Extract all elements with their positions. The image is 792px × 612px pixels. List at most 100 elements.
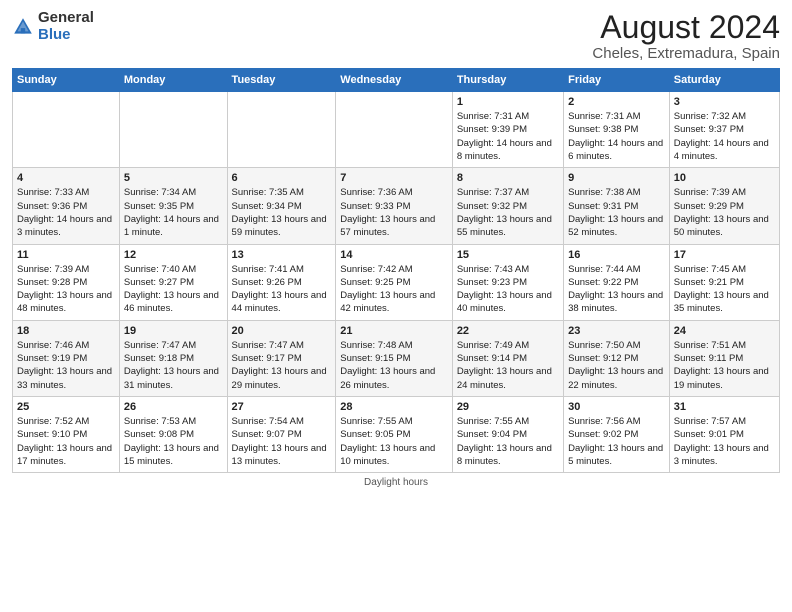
logo-text: General Blue <box>38 10 94 43</box>
day-number: 24 <box>674 325 775 337</box>
subtitle: Cheles, Extremadura, Spain <box>592 45 780 62</box>
table-row <box>119 92 227 168</box>
cell-text: Sunrise: 7:51 AMSunset: 9:11 PMDaylight:… <box>674 340 769 391</box>
header-sunday: Sunday <box>13 69 120 92</box>
table-row <box>13 92 120 168</box>
day-number: 14 <box>340 249 448 261</box>
cell-text: Sunrise: 7:53 AMSunset: 9:08 PMDaylight:… <box>124 416 219 467</box>
table-row: 15 Sunrise: 7:43 AMSunset: 9:23 PMDayligh… <box>452 244 563 320</box>
table-row: 7 Sunrise: 7:36 AMSunset: 9:33 PMDaylight… <box>336 168 453 244</box>
day-number: 17 <box>674 249 775 261</box>
day-number: 1 <box>457 96 559 108</box>
cell-text: Sunrise: 7:43 AMSunset: 9:23 PMDaylight:… <box>457 264 552 315</box>
day-number: 30 <box>568 401 665 413</box>
day-number: 22 <box>457 325 559 337</box>
day-number: 6 <box>232 172 332 184</box>
table-row: 4 Sunrise: 7:33 AMSunset: 9:36 PMDaylight… <box>13 168 120 244</box>
header-saturday: Saturday <box>669 69 779 92</box>
cell-text: Sunrise: 7:32 AMSunset: 9:37 PMDaylight:… <box>674 111 769 162</box>
day-number: 5 <box>124 172 223 184</box>
day-number: 12 <box>124 249 223 261</box>
day-number: 27 <box>232 401 332 413</box>
table-row: 2 Sunrise: 7:31 AMSunset: 9:38 PMDaylight… <box>564 92 670 168</box>
day-number: 2 <box>568 96 665 108</box>
day-number: 29 <box>457 401 559 413</box>
cell-text: Sunrise: 7:34 AMSunset: 9:35 PMDaylight:… <box>124 187 219 238</box>
table-row: 29 Sunrise: 7:55 AMSunset: 9:04 PMDayligh… <box>452 396 563 472</box>
header: General Blue August 2024 Cheles, Extrema… <box>12 10 780 62</box>
calendar-week-row: 1 Sunrise: 7:31 AMSunset: 9:39 PMDaylight… <box>13 92 780 168</box>
header-wednesday: Wednesday <box>336 69 453 92</box>
table-row: 1 Sunrise: 7:31 AMSunset: 9:39 PMDaylight… <box>452 92 563 168</box>
cell-text: Sunrise: 7:31 AMSunset: 9:39 PMDaylight:… <box>457 111 552 162</box>
cell-text: Sunrise: 7:55 AMSunset: 9:04 PMDaylight:… <box>457 416 552 467</box>
table-row: 3 Sunrise: 7:32 AMSunset: 9:37 PMDaylight… <box>669 92 779 168</box>
table-row: 8Sunrise: 7:37 AMSunset: 9:32 PMDaylight… <box>452 168 563 244</box>
day-number: 18 <box>17 325 115 337</box>
table-row: 11Sunrise: 7:39 AMSunset: 9:28 PMDayligh… <box>13 244 120 320</box>
daylight-footer: Daylight hours <box>12 477 780 488</box>
day-number: 15 <box>457 249 559 261</box>
header-tuesday: Tuesday <box>227 69 336 92</box>
day-number: 21 <box>340 325 448 337</box>
cell-text: Sunrise: 7:57 AMSunset: 9:01 PMDaylight:… <box>674 416 769 467</box>
table-row: 20 Sunrise: 7:47 AMSunset: 9:17 PMDayligh… <box>227 320 336 396</box>
day-number: 16 <box>568 249 665 261</box>
table-row: 9Sunrise: 7:38 AMSunset: 9:31 PMDaylight… <box>564 168 670 244</box>
cell-text: Sunrise: 7:33 AMSunset: 9:36 PMDaylight:… <box>17 187 112 238</box>
cell-text: Sunrise: 7:52 AMSunset: 9:10 PMDaylight:… <box>17 416 112 467</box>
cell-text: Sunrise: 7:48 AMSunset: 9:15 PMDaylight:… <box>340 340 435 391</box>
day-number: 28 <box>340 401 448 413</box>
logo-general: General <box>38 9 94 26</box>
day-number: 19 <box>124 325 223 337</box>
day-number: 10 <box>674 172 775 184</box>
table-row: 6 Sunrise: 7:35 AMSunset: 9:34 PMDaylight… <box>227 168 336 244</box>
table-row: 19 Sunrise: 7:47 AMSunset: 9:18 PMDayligh… <box>119 320 227 396</box>
cell-text: Sunrise: 7:47 AMSunset: 9:18 PMDaylight:… <box>124 340 219 391</box>
table-row: 10 Sunrise: 7:39 AMSunset: 9:29 PMDayligh… <box>669 168 779 244</box>
day-number: 9 <box>568 172 665 184</box>
day-number: 26 <box>124 401 223 413</box>
cell-text: Sunrise: 7:35 AMSunset: 9:34 PMDaylight:… <box>232 187 327 238</box>
cell-text: Sunrise: 7:55 AMSunset: 9:05 PMDaylight:… <box>340 416 435 467</box>
logo-blue: Blue <box>38 26 71 43</box>
day-number: 8 <box>457 172 559 184</box>
day-number: 20 <box>232 325 332 337</box>
table-row: 22 Sunrise: 7:49 AMSunset: 9:14 PMDayligh… <box>452 320 563 396</box>
table-row: 23Sunrise: 7:50 AMSunset: 9:12 PMDayligh… <box>564 320 670 396</box>
cell-text: Sunrise: 7:46 AMSunset: 9:19 PMDaylight:… <box>17 340 112 391</box>
cell-text: Sunrise: 7:31 AMSunset: 9:38 PMDaylight:… <box>568 111 663 162</box>
cell-text: Sunrise: 7:42 AMSunset: 9:25 PMDaylight:… <box>340 264 435 315</box>
table-row: 21 Sunrise: 7:48 AMSunset: 9:15 PMDayligh… <box>336 320 453 396</box>
cell-text: Sunrise: 7:36 AMSunset: 9:33 PMDaylight:… <box>340 187 435 238</box>
table-row: 28 Sunrise: 7:55 AMSunset: 9:05 PMDayligh… <box>336 396 453 472</box>
cell-text: Sunrise: 7:41 AMSunset: 9:26 PMDaylight:… <box>232 264 327 315</box>
cell-text: Sunrise: 7:47 AMSunset: 9:17 PMDaylight:… <box>232 340 327 391</box>
calendar-week-row: 25Sunrise: 7:52 AMSunset: 9:10 PMDayligh… <box>13 396 780 472</box>
day-number: 13 <box>232 249 332 261</box>
table-row: 30Sunrise: 7:56 AMSunset: 9:02 PMDayligh… <box>564 396 670 472</box>
table-row: 17 Sunrise: 7:45 AMSunset: 9:21 PMDayligh… <box>669 244 779 320</box>
table-row: 24 Sunrise: 7:51 AMSunset: 9:11 PMDayligh… <box>669 320 779 396</box>
table-row <box>227 92 336 168</box>
day-number: 3 <box>674 96 775 108</box>
calendar-week-row: 4 Sunrise: 7:33 AMSunset: 9:36 PMDaylight… <box>13 168 780 244</box>
day-number: 7 <box>340 172 448 184</box>
daylight-label: Daylight hours <box>364 477 428 488</box>
main-title: August 2024 <box>592 10 780 45</box>
table-row: 13 Sunrise: 7:41 AMSunset: 9:26 PMDayligh… <box>227 244 336 320</box>
calendar-header-row: Sunday Monday Tuesday Wednesday Thursday… <box>13 69 780 92</box>
logo: General Blue <box>12 10 94 43</box>
page-container: General Blue August 2024 Cheles, Extrema… <box>0 0 792 496</box>
cell-text: Sunrise: 7:39 AMSunset: 9:29 PMDaylight:… <box>674 187 769 238</box>
header-monday: Monday <box>119 69 227 92</box>
header-thursday: Thursday <box>452 69 563 92</box>
cell-text: Sunrise: 7:40 AMSunset: 9:27 PMDaylight:… <box>124 264 219 315</box>
table-row: 16Sunrise: 7:44 AMSunset: 9:22 PMDayligh… <box>564 244 670 320</box>
cell-text: Sunrise: 7:49 AMSunset: 9:14 PMDaylight:… <box>457 340 552 391</box>
day-number: 11 <box>17 249 115 261</box>
calendar-week-row: 11Sunrise: 7:39 AMSunset: 9:28 PMDayligh… <box>13 244 780 320</box>
day-number: 31 <box>674 401 775 413</box>
day-number: 4 <box>17 172 115 184</box>
cell-text: Sunrise: 7:45 AMSunset: 9:21 PMDaylight:… <box>674 264 769 315</box>
